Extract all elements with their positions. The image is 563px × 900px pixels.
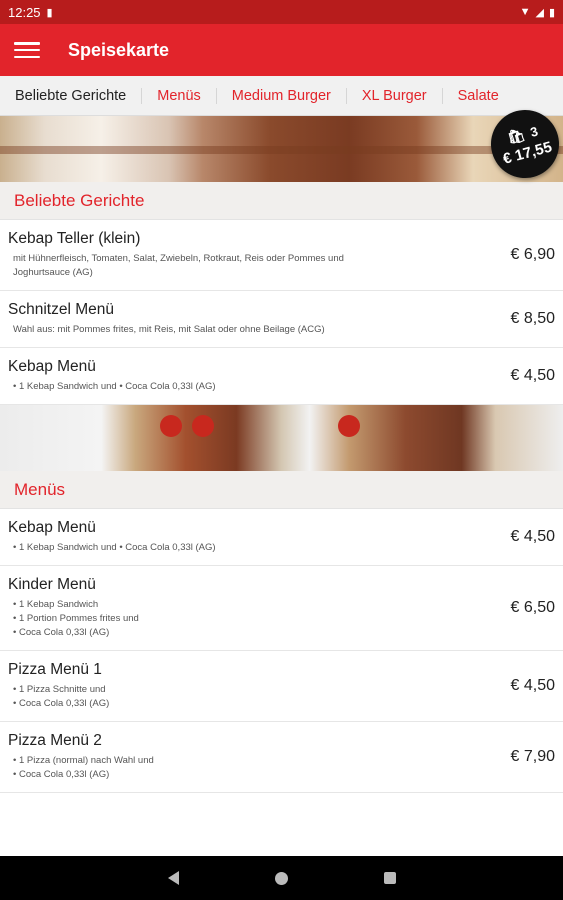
- item-name: Kebap Menü: [8, 358, 96, 375]
- tab-xl-burger[interactable]: XL Burger: [345, 87, 442, 104]
- item-description: mit Hühnerfleisch, Tomaten, Salat, Zwieb…: [13, 253, 344, 278]
- menu-item[interactable]: Pizza Menü 2 • 1 Pizza (normal) nach Wah…: [0, 722, 563, 793]
- item-name: Kinder Menü: [8, 576, 96, 593]
- item-description: • 1 Kebap Sandwich und • Coca Cola 0,33l…: [13, 542, 216, 553]
- tab-menues[interactable]: Menüs: [141, 87, 216, 104]
- item-description: Wahl aus: mit Pommes frites, mit Reis, m…: [13, 324, 325, 335]
- item-description: • 1 Kebap Sandwich und • Coca Cola 0,33l…: [13, 381, 216, 392]
- item-price: € 4,50: [510, 367, 555, 384]
- home-icon[interactable]: [274, 871, 288, 885]
- item-name: Pizza Menü 1: [8, 661, 102, 678]
- tab-beliebte-gerichte[interactable]: Beliebte Gerichte: [0, 88, 141, 104]
- cart-count: 3: [528, 123, 540, 140]
- item-price: € 4,50: [510, 677, 555, 694]
- menu-item[interactable]: Pizza Menü 1 • 1 Pizza Schnitte und • Co…: [0, 651, 563, 722]
- item-description: • 1 Kebap Sandwich • 1 Portion Pommes fr…: [13, 599, 139, 638]
- item-description: • 1 Pizza (normal) nach Wahl und • Coca …: [13, 755, 154, 780]
- signal-icon: ◢: [535, 6, 544, 19]
- menu-item[interactable]: Kebap Menü • 1 Kebap Sandwich und • Coca…: [0, 348, 563, 405]
- status-bar: 12:25 ▮ ▼ ◢ ▮: [0, 0, 563, 24]
- item-name: Pizza Menü 2: [8, 732, 102, 749]
- item-name: Kebap Teller (klein): [8, 230, 141, 247]
- food-banner-kebap: [0, 116, 563, 182]
- item-price: € 8,50: [510, 310, 555, 327]
- item-description: • 1 Pizza Schnitte und • Coca Cola 0,33l…: [13, 684, 110, 709]
- item-name: Schnitzel Menü: [8, 301, 114, 318]
- item-price: € 6,50: [510, 599, 555, 616]
- battery-icon: ▮: [548, 6, 555, 19]
- app-bar: Speisekarte: [0, 24, 563, 76]
- item-price: € 4,50: [510, 528, 555, 545]
- wifi-icon: ▼: [519, 5, 531, 18]
- section-header-menues: Menüs: [0, 471, 563, 509]
- item-name: Kebap Menü: [8, 519, 96, 536]
- menu-item[interactable]: Kebap Teller (klein) mit Hühnerfleisch, …: [0, 220, 563, 291]
- menu-item[interactable]: Kinder Menü • 1 Kebap Sandwich • 1 Porti…: [0, 566, 563, 651]
- system-navigation-bar: [0, 856, 563, 900]
- tab-salate[interactable]: Salate: [441, 87, 514, 104]
- hamburger-menu-icon[interactable]: [14, 40, 40, 60]
- status-time: 12:25: [8, 4, 41, 20]
- notification-icon: ▮: [46, 6, 53, 19]
- item-price: € 7,90: [510, 748, 555, 765]
- shopping-bag-icon: 🛍: [505, 126, 527, 147]
- tab-medium-burger[interactable]: Medium Burger: [215, 87, 346, 104]
- menu-item[interactable]: Schnitzel Menü Wahl aus: mit Pommes frit…: [0, 291, 563, 348]
- menu-item[interactable]: Kebap Menü • 1 Kebap Sandwich und • Coca…: [0, 509, 563, 566]
- back-icon[interactable]: [167, 871, 179, 885]
- category-tabs: Beliebte Gerichte Menüs Medium Burger XL…: [0, 76, 563, 116]
- page-title: Speisekarte: [68, 39, 170, 60]
- food-banner-menues: [0, 405, 563, 471]
- recent-apps-icon[interactable]: [383, 872, 396, 884]
- section-header-beliebte-gerichte: Beliebte Gerichte: [0, 182, 563, 220]
- item-price: € 6,90: [510, 246, 555, 263]
- status-icons: ▼ ◢ ▮: [520, 6, 555, 19]
